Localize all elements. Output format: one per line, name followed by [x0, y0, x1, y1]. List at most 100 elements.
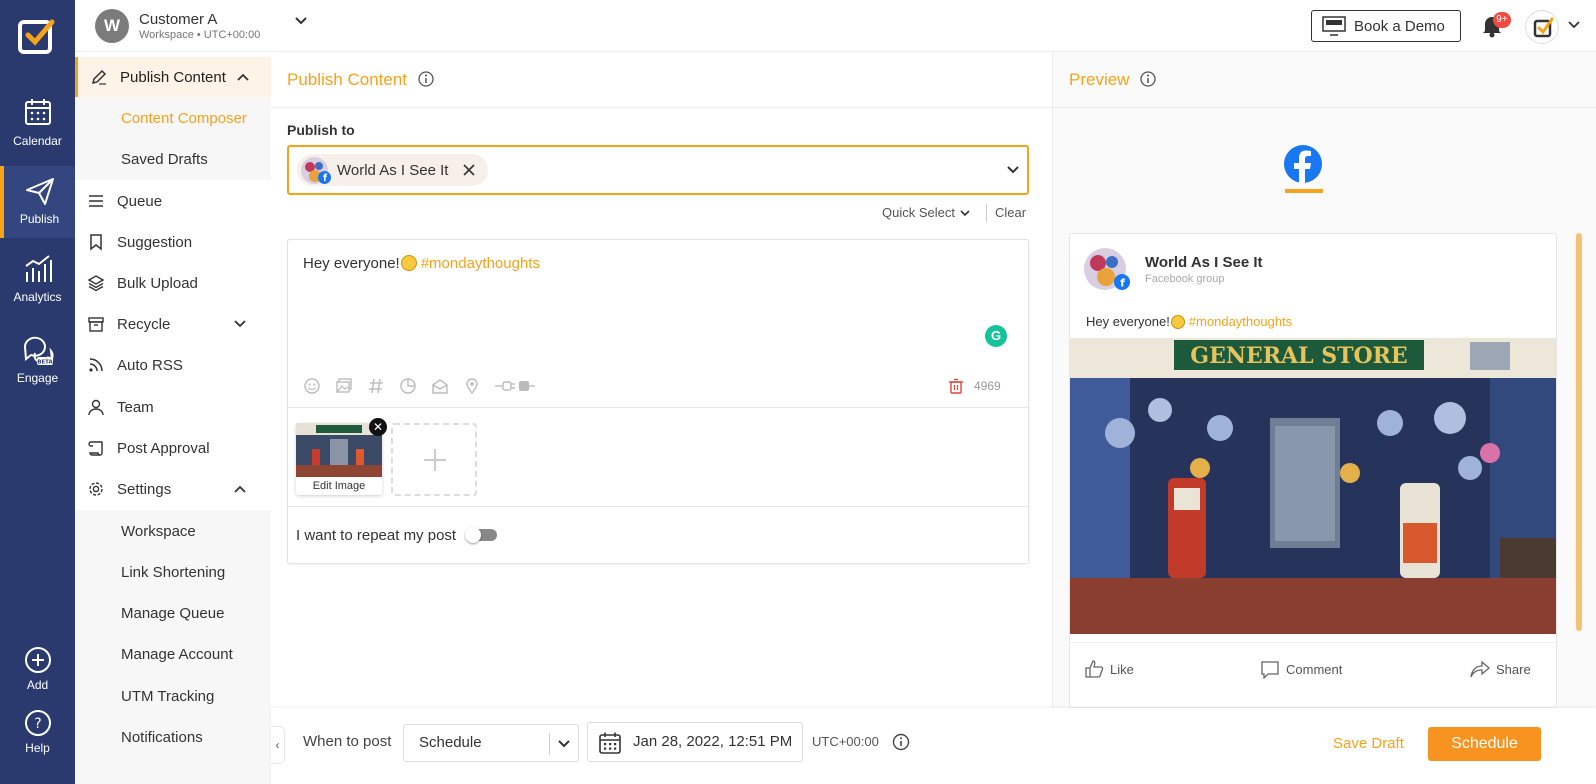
submenu-queue[interactable]: Queue	[75, 181, 271, 221]
gear-icon	[89, 482, 103, 496]
add-media-button[interactable]	[391, 423, 477, 496]
like-button[interactable]: Like	[1084, 659, 1134, 679]
user-avatar[interactable]	[1525, 10, 1559, 44]
facebook-icon[interactable]	[1283, 144, 1323, 184]
collapse-submenu-button[interactable]: ‹	[271, 726, 285, 764]
post-hashtag: #mondaythoughts	[420, 255, 540, 272]
rail-calendar[interactable]: Calendar	[0, 96, 75, 148]
submenu-bulk-upload[interactable]: Bulk Upload	[75, 263, 271, 303]
rail-engage-label: Engage	[16, 371, 59, 385]
title-divider	[271, 107, 1052, 108]
select-divider	[549, 733, 550, 755]
grammarly-icon[interactable]: G	[985, 325, 1007, 347]
submenu-post-approval[interactable]: Post Approval	[75, 428, 271, 468]
publish-to-chevron-down-icon[interactable]	[1005, 162, 1021, 178]
share-button[interactable]: Share	[1470, 659, 1531, 679]
submenu-team-label: Team	[117, 398, 154, 416]
media-library-icon[interactable]	[335, 377, 353, 395]
repeat-post-toggle[interactable]	[465, 527, 497, 543]
submenu-link-shortening[interactable]: Link Shortening	[75, 552, 271, 592]
edit-image-label[interactable]: Edit Image	[296, 477, 382, 495]
save-draft-button[interactable]: Save Draft	[1333, 735, 1404, 752]
workspace-chevron-down-icon[interactable]	[293, 13, 309, 29]
remove-account-icon[interactable]	[462, 163, 476, 177]
open-envelope-icon[interactable]	[431, 377, 449, 395]
submenu-manage-account[interactable]: Manage Account	[75, 634, 271, 674]
preview-panel: Preview f World As I See It Facebook gro…	[1052, 52, 1596, 708]
timezone-label: UTC+00:00	[812, 734, 879, 749]
submenu-manage-queue-label: Manage Queue	[121, 604, 225, 622]
submenu-saved-drafts[interactable]: Saved Drafts	[75, 139, 271, 179]
post-text-editor[interactable]: Hey everyone! #mondaythoughts	[303, 255, 540, 272]
trash-icon[interactable]	[948, 378, 964, 394]
comment-icon	[1261, 661, 1279, 679]
page-title-text: Publish Content	[287, 70, 408, 89]
submenu-link-shortening-label: Link Shortening	[121, 563, 226, 581]
workspace-name[interactable]: Customer A	[139, 11, 217, 28]
submenu-manage-queue[interactable]: Manage Queue	[75, 593, 271, 633]
composer-toolbar	[303, 377, 535, 395]
preview-hashtag: #mondaythoughts	[1188, 314, 1293, 329]
rail-publish[interactable]: Publish	[0, 166, 75, 238]
rail-help[interactable]: ? Help	[0, 709, 75, 755]
submenu-team[interactable]: Team	[75, 387, 271, 427]
submenu-bulk-upload-label: Bulk Upload	[117, 274, 198, 292]
workspace-avatar[interactable]: W	[95, 9, 129, 43]
publish-to-label: Publish to	[287, 122, 355, 138]
when-to-post-label: When to post	[303, 733, 392, 750]
rail-engage[interactable]: BETA Engage	[0, 333, 75, 385]
pencil-icon	[91, 69, 107, 85]
calendar-date-icon	[599, 732, 621, 754]
facebook-badge-icon: f	[318, 171, 331, 184]
quick-select-dropdown[interactable]: Quick Select	[882, 205, 971, 220]
paper-plane-icon	[25, 178, 54, 205]
rail-add[interactable]: Add	[0, 646, 75, 692]
rss-icon	[89, 358, 103, 372]
submenu-suggestion[interactable]: Suggestion	[75, 222, 271, 262]
timezone-info-icon[interactable]	[892, 733, 910, 751]
rail-analytics[interactable]: Analytics	[0, 252, 75, 304]
submenu-notifications-label: Notifications	[121, 728, 203, 746]
submenu-settings[interactable]: Settings	[75, 469, 271, 509]
preview-info-icon[interactable]	[1140, 71, 1156, 87]
media-thumbnail[interactable]: Edit Image	[296, 423, 382, 495]
selected-account-chip[interactable]: f World As I See It	[297, 154, 489, 186]
preview-divider	[1053, 107, 1596, 108]
hashtag-icon[interactable]	[367, 377, 385, 395]
rail-help-label: Help	[25, 741, 50, 755]
clear-button[interactable]: Clear	[995, 205, 1026, 220]
user-chevron-down-icon[interactable]	[1567, 18, 1581, 32]
submenu-notifications[interactable]: Notifications	[75, 717, 271, 757]
post-timing-select[interactable]: Schedule	[403, 724, 579, 762]
comment-button[interactable]: Comment	[1260, 659, 1342, 679]
info-icon[interactable]	[418, 71, 434, 87]
location-pin-icon[interactable]	[463, 377, 481, 395]
submenu-utm-tracking[interactable]: UTM Tracking	[75, 676, 271, 716]
schedule-date-field[interactable]: Jan 28, 2022, 12:51 PM	[587, 722, 803, 762]
submenu-content-composer[interactable]: Content Composer	[75, 98, 271, 138]
preview-account-type: Facebook group	[1145, 273, 1225, 285]
submenu-auto-rss[interactable]: Auto RSS	[75, 345, 271, 385]
list-icon	[89, 195, 103, 207]
bookmark-icon	[90, 234, 102, 251]
submenu-workspace[interactable]: Workspace	[75, 511, 271, 551]
submenu-settings-label: Settings	[117, 480, 172, 498]
publish-to-select[interactable]: f World As I See It	[287, 145, 1029, 195]
quick-select-divider	[986, 204, 987, 222]
comment-label: Comment	[1286, 661, 1343, 677]
schedule-button[interactable]: Schedule	[1428, 727, 1541, 761]
submenu-recycle[interactable]: Recycle	[75, 304, 271, 344]
pie-chart-icon[interactable]	[399, 377, 417, 395]
notifications-badge: 9+	[1493, 12, 1511, 28]
top-bar: W Customer A Workspace • UTC+00:00 Book …	[75, 0, 1596, 52]
preview-scrollbar[interactable]	[1576, 233, 1582, 631]
submenu-publish-content[interactable]: Publish Content	[75, 57, 271, 97]
thumbs-up-icon	[1085, 660, 1104, 678]
app-logo-icon[interactable]	[18, 18, 56, 54]
emoji-icon[interactable]	[303, 377, 321, 395]
remove-media-icon[interactable]: ✕	[369, 418, 387, 436]
plugin-icon[interactable]	[495, 377, 535, 395]
book-demo-button[interactable]: Book a Demo	[1311, 10, 1461, 42]
publish-submenu: Publish Content Content Composer Saved D…	[75, 52, 271, 784]
rail-publish-label: Publish	[19, 212, 60, 226]
